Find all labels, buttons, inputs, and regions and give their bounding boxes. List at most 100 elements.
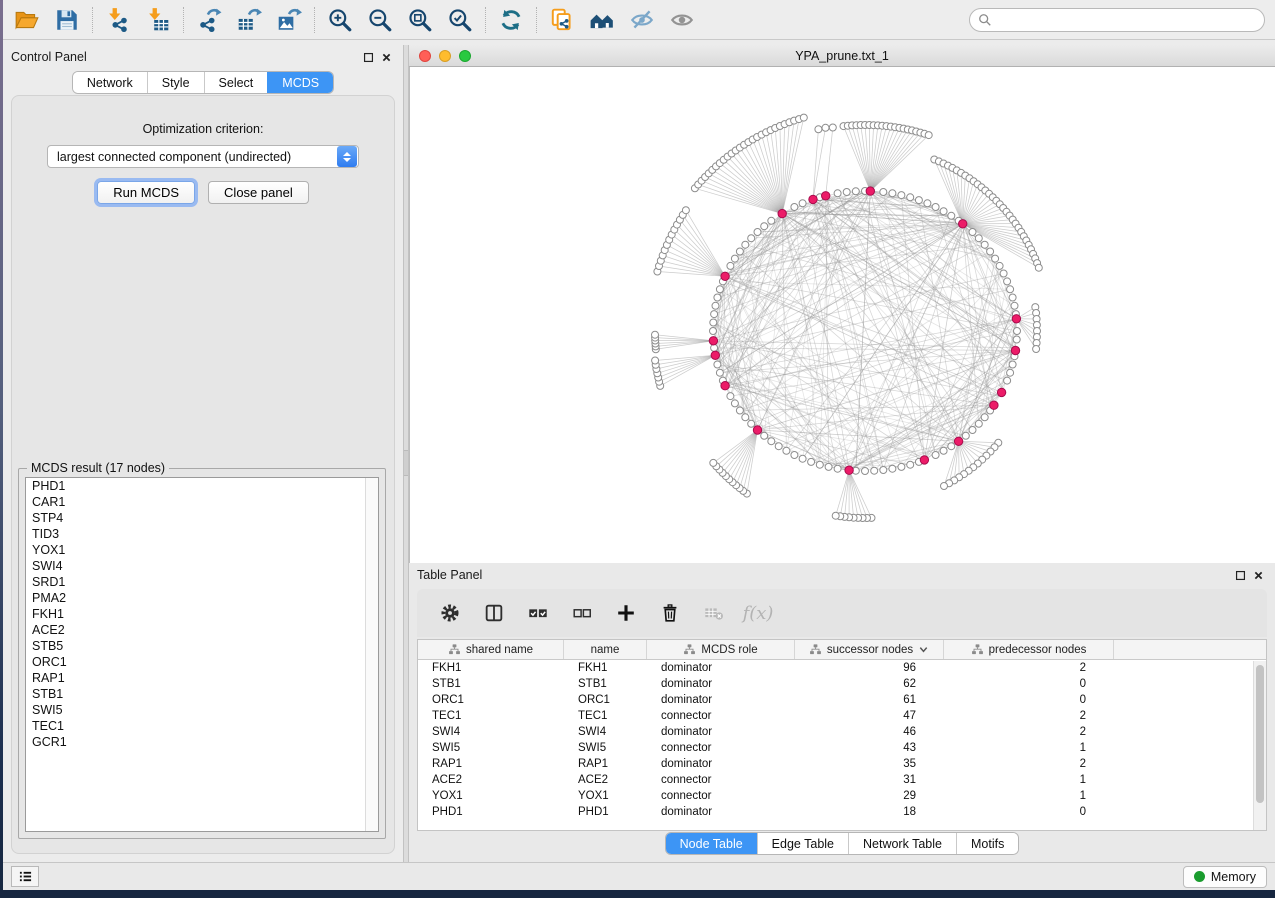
network-node[interactable] [791, 204, 798, 211]
network-node[interactable] [975, 235, 982, 242]
table-row[interactable]: ACE2ACE2connector311 [418, 772, 1266, 788]
table-row[interactable]: TEC1TEC1connector472 [418, 708, 1266, 724]
network-node[interactable] [880, 189, 887, 196]
table-row[interactable]: RAP1RAP1dominator352 [418, 756, 1266, 772]
table-row[interactable]: FKH1FKH1dominator962 [418, 660, 1266, 676]
network-node[interactable] [862, 468, 869, 475]
network-node[interactable] [941, 483, 948, 490]
network-node[interactable] [731, 255, 738, 262]
mcds-result-item[interactable]: STP4 [26, 510, 378, 526]
tab-network-table[interactable]: Network Table [848, 833, 956, 854]
network-node[interactable] [710, 459, 717, 466]
network-node[interactable] [775, 443, 782, 450]
mcds-hub-node[interactable] [997, 388, 1005, 396]
zoom-fit-icon[interactable] [400, 3, 440, 37]
mcds-result-item[interactable]: SWI4 [26, 558, 378, 574]
network-node[interactable] [1033, 346, 1040, 353]
select-all-columns-icon[interactable] [521, 596, 555, 630]
tab-mcds[interactable]: MCDS [267, 72, 333, 93]
table-row[interactable]: ORC1ORC1dominator610 [418, 692, 1266, 708]
mcds-hub-node[interactable] [721, 272, 729, 280]
show-all-icon[interactable] [662, 3, 702, 37]
open-file-icon[interactable] [7, 3, 47, 37]
network-node[interactable] [768, 438, 775, 445]
mcds-result-item[interactable]: PMA2 [26, 590, 378, 606]
mcds-hub-node[interactable] [778, 209, 786, 217]
refresh-icon[interactable] [491, 3, 531, 37]
criterion-dropdown[interactable]: largest connected component (undirected) [47, 145, 359, 168]
mcds-hub-node[interactable] [711, 351, 719, 359]
mcds-hub-node[interactable] [709, 337, 717, 345]
tab-network[interactable]: Network [73, 72, 147, 93]
network-node[interactable] [969, 427, 976, 434]
network-node[interactable] [791, 452, 798, 459]
network-node[interactable] [716, 369, 723, 376]
network-node[interactable] [940, 208, 947, 215]
network-node[interactable] [843, 189, 850, 196]
mcds-result-item[interactable]: TID3 [26, 526, 378, 542]
search-input[interactable] [998, 10, 1264, 30]
close-panel-button[interactable]: Close panel [208, 181, 309, 204]
mcds-hub-node[interactable] [809, 195, 817, 203]
network-node[interactable] [834, 190, 841, 197]
network-node[interactable] [880, 467, 887, 474]
network-node[interactable] [852, 188, 859, 195]
network-node[interactable] [898, 463, 905, 470]
mcds-result-item[interactable]: PHD1 [26, 478, 378, 494]
column-header-name[interactable]: name [564, 640, 647, 659]
network-node[interactable] [727, 393, 734, 400]
network-node[interactable] [716, 286, 723, 293]
network-node[interactable] [652, 357, 659, 364]
network-node[interactable] [783, 447, 790, 454]
column-header-shared-name[interactable]: shared name [418, 640, 564, 659]
network-node[interactable] [799, 455, 806, 462]
network-node[interactable] [816, 461, 823, 468]
network-node[interactable] [714, 294, 721, 301]
tab-motifs[interactable]: Motifs [956, 833, 1018, 854]
network-node[interactable] [748, 420, 755, 427]
network-node[interactable] [822, 124, 829, 131]
network-node[interactable] [932, 204, 939, 211]
mcds-result-item[interactable]: STB1 [26, 686, 378, 702]
network-node[interactable] [1035, 264, 1042, 271]
table-settings-icon[interactable] [433, 596, 467, 630]
network-node[interactable] [768, 217, 775, 224]
network-node[interactable] [1009, 294, 1016, 301]
task-history-icon[interactable] [11, 866, 39, 887]
network-node[interactable] [898, 192, 905, 199]
network-node[interactable] [731, 400, 738, 407]
mcds-hub-node[interactable] [920, 456, 928, 464]
export-table-icon[interactable] [229, 3, 269, 37]
network-node[interactable] [924, 200, 931, 207]
network-node[interactable] [736, 248, 743, 255]
table-row[interactable]: STB1STB1dominator620 [418, 676, 1266, 692]
mcds-result-item[interactable]: CAR1 [26, 494, 378, 510]
network-node[interactable] [712, 302, 719, 309]
network-node[interactable] [948, 212, 955, 219]
network-node[interactable] [761, 432, 768, 439]
network-node[interactable] [981, 241, 988, 248]
mcds-hub-node[interactable] [866, 187, 874, 195]
network-node[interactable] [907, 194, 914, 201]
mcds-hub-node[interactable] [822, 192, 830, 200]
network-node[interactable] [682, 207, 689, 214]
tab-select[interactable]: Select [204, 72, 268, 93]
network-node[interactable] [815, 126, 822, 133]
mcds-hub-node[interactable] [959, 220, 967, 228]
mcds-result-item[interactable]: GCR1 [26, 734, 378, 750]
mcds-hub-node[interactable] [954, 437, 962, 445]
import-table-icon[interactable] [138, 3, 178, 37]
network-node[interactable] [975, 420, 982, 427]
table-row[interactable]: YOX1YOX1connector291 [418, 788, 1266, 804]
network-node[interactable] [1000, 270, 1007, 277]
mcds-result-item[interactable]: STB5 [26, 638, 378, 654]
float-panel-icon[interactable] [359, 49, 377, 65]
mcds-result-item[interactable]: TEC1 [26, 718, 378, 734]
mcds-list-scrollbar[interactable] [365, 478, 378, 831]
network-node[interactable] [710, 328, 717, 335]
network-node[interactable] [799, 200, 806, 207]
network-node[interactable] [962, 432, 969, 439]
splitter-grip[interactable] [404, 450, 408, 476]
network-node[interactable] [981, 414, 988, 421]
network-node[interactable] [1007, 369, 1014, 376]
